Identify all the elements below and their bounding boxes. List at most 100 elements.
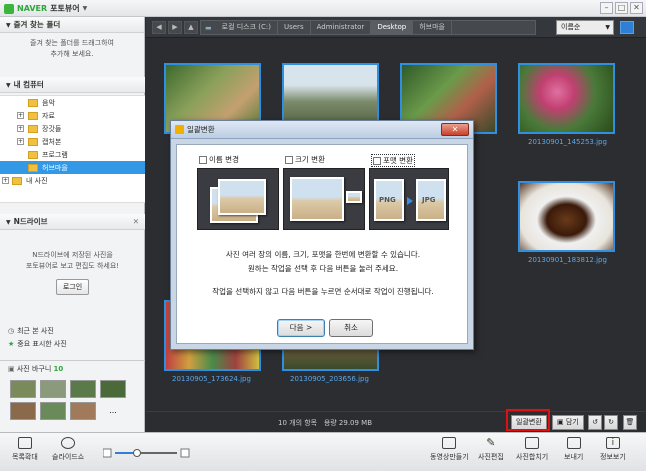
expand-icon[interactable]: +	[17, 138, 24, 145]
ndrive-hint: N드라이브에 저장된 사진을 포토뷰어로 보고 편집도 하세요!	[25, 251, 120, 270]
close-button[interactable]: ✕	[630, 2, 643, 14]
breadcrumb-item[interactable]: Users	[278, 21, 311, 34]
basket-thumb[interactable]	[70, 402, 96, 420]
basket-thumb[interactable]	[40, 380, 66, 398]
app-brand: NAVER 포토뷰어 ▼	[4, 3, 87, 14]
expand-icon[interactable]: +	[2, 177, 9, 184]
left-panel: ▼ 즐겨 찾는 폴더 즐겨 찾는 폴더를 드래그하여 추가해 보세요. ▼ 내 컴퓨…	[0, 17, 145, 432]
expand-icon[interactable]: +	[17, 112, 24, 119]
back-button[interactable]: ◀	[152, 21, 166, 34]
expand-icon[interactable]: +	[17, 125, 24, 132]
app-menu-chevron-icon[interactable]: ▼	[83, 5, 88, 12]
play-icon	[61, 437, 76, 449]
minimize-button[interactable]: –	[600, 2, 613, 14]
breadcrumb-item[interactable]: 로컬 디스크 (C:)	[216, 21, 278, 34]
dialog-title: 일괄변환	[187, 125, 215, 134]
zoom-slider[interactable]	[103, 448, 191, 458]
rotate-right-button[interactable]: ↻	[604, 415, 618, 430]
folder-icon: ▬	[205, 23, 212, 32]
favorites-hint: 즐겨 찾는 폴더를 드래그하여 추가해 보세요.	[30, 39, 114, 58]
send-button[interactable]: 보내기	[564, 437, 583, 462]
basket-thumb[interactable]	[70, 380, 96, 398]
tree-item[interactable]: + 캡처본	[0, 135, 145, 148]
forward-button[interactable]: ▶	[168, 21, 182, 34]
basket-thumbnails: ...	[10, 380, 126, 420]
maximize-button[interactable]: □	[615, 2, 628, 14]
computer-header[interactable]: ▼ 내 컴퓨터	[0, 77, 145, 93]
favorites-header[interactable]: ▼ 즐겨 찾는 폴더	[0, 17, 144, 33]
folder-icon	[28, 98, 38, 107]
login-button[interactable]: 로그인	[55, 279, 90, 295]
dialog-icon	[175, 125, 184, 134]
view-mode-button[interactable]	[620, 21, 634, 34]
checkbox[interactable]	[285, 155, 293, 164]
tree-item[interactable]: + 장갓들	[0, 122, 145, 135]
folder-tree: 음악 + 자료 + 장갓들 + 캡처본 프로그램 허브마을 + 내 사진	[0, 95, 145, 203]
rename-illustration	[197, 168, 279, 230]
photo-basket-header[interactable]: ▣ 사진 바구니 10	[0, 360, 145, 376]
photo-caption: 20130905_173624.jpg	[172, 375, 251, 383]
folder-icon	[28, 150, 38, 159]
batch-convert-dialog: 일괄변환 ✕ 이름 변경 크기 변환 포맷 변환 PNG JPG 사진 여러 장…	[170, 120, 474, 350]
slideshow-button[interactable]: 슬라이드쇼	[52, 437, 84, 462]
close-icon[interactable]: ✕	[133, 214, 139, 230]
option-resize[interactable]: 크기 변환	[285, 154, 325, 165]
info-icon: i	[605, 437, 620, 449]
status-bar: 10 개의 항목 용량 29.09 MB 일괄변환 ▣ 담기 ↺ ↻ 🗑	[146, 411, 646, 432]
format-to-label: JPG	[422, 196, 436, 204]
dialog-description-1: 사진 여러 장의 이름, 크기, 포맷을 한번에 변환할 수 있습니다.	[225, 250, 421, 259]
breadcrumb-item[interactable]: 허브마을	[413, 21, 452, 34]
photo-thumbnail[interactable]	[518, 63, 615, 134]
make-video-button[interactable]: 동영상만들기	[430, 437, 469, 462]
add-to-basket-button[interactable]: ▣ 담기	[552, 415, 584, 430]
dialog-description-2: 원하는 작업을 선택 후 다음 버튼을 눌러 주세요.	[247, 264, 399, 273]
breadcrumb-item[interactable]: Administrator	[311, 21, 372, 34]
folder-icon	[28, 124, 38, 133]
tree-item-selected[interactable]: 허브마을	[0, 161, 145, 174]
folder-icon	[12, 176, 22, 185]
ndrive-header[interactable]: ▼ N드라이브 ✕	[0, 214, 145, 230]
list-zoom-icon	[17, 437, 32, 449]
sort-select[interactable]: 이름순 ▼	[556, 20, 614, 35]
list-zoom-button[interactable]: 목록확대	[12, 437, 38, 462]
option-format[interactable]: 포맷 변환	[371, 154, 415, 167]
dialog-close-button[interactable]: ✕	[441, 123, 469, 136]
breadcrumb: ▬ 로컬 디스크 (C:) Users Administrator Deskto…	[200, 20, 536, 35]
up-button[interactable]: ▲	[184, 21, 198, 34]
wand-icon: ✎	[486, 436, 496, 449]
important-photos-item[interactable]: ★ 중요 표시한 사진	[0, 338, 145, 351]
photo-caption: 20130901_183812.jpg	[528, 256, 607, 264]
recent-list: ◷ 최근 본 사진 ★ 중요 표시한 사진	[0, 325, 145, 351]
rotate-left-button[interactable]: ↺	[588, 415, 602, 430]
folder-icon	[28, 111, 38, 120]
cancel-button[interactable]: 취소	[329, 319, 373, 337]
basket-thumb[interactable]	[10, 402, 36, 420]
checkbox[interactable]	[373, 156, 381, 165]
basket-icon: ▣	[557, 418, 564, 426]
breadcrumb-item[interactable]: Desktop	[371, 21, 414, 34]
delete-button[interactable]: 🗑	[623, 415, 637, 430]
basket-thumb[interactable]	[100, 380, 126, 398]
tree-item[interactable]: + 자료	[0, 109, 145, 122]
tree-item[interactable]: 음악	[0, 96, 145, 109]
recent-photos-item[interactable]: ◷ 최근 본 사진	[0, 325, 145, 338]
info-button[interactable]: i 정보보기	[600, 437, 626, 462]
photo-thumbnail[interactable]	[518, 181, 615, 252]
dialog-titlebar: 일괄변환 ✕	[171, 121, 473, 139]
edit-photo-button[interactable]: ✎ 사진편집	[478, 437, 504, 462]
arrow-right-icon	[407, 197, 413, 205]
item-count: 10 개의 항목 용량 29.09 MB	[278, 419, 373, 427]
app-logo-icon	[4, 3, 14, 14]
next-button[interactable]: 다음 >	[277, 319, 325, 337]
app-title: 포토뷰어	[50, 4, 80, 13]
basket-thumb[interactable]	[40, 402, 66, 420]
checkbox[interactable]	[199, 155, 207, 164]
dialog-body: 이름 변경 크기 변환 포맷 변환 PNG JPG 사진 여러 장의 이름, 크…	[176, 144, 468, 344]
option-rename[interactable]: 이름 변경	[199, 154, 239, 165]
basket-thumb[interactable]	[10, 380, 36, 398]
basket-more[interactable]: ...	[100, 402, 126, 420]
tree-item[interactable]: 프로그램	[0, 148, 145, 161]
photo-caption: 20130905_203656.jpg	[290, 375, 369, 383]
merge-photo-button[interactable]: 사진합치기	[516, 437, 548, 462]
tree-item-partial[interactable]: + 내 사진	[0, 174, 145, 187]
